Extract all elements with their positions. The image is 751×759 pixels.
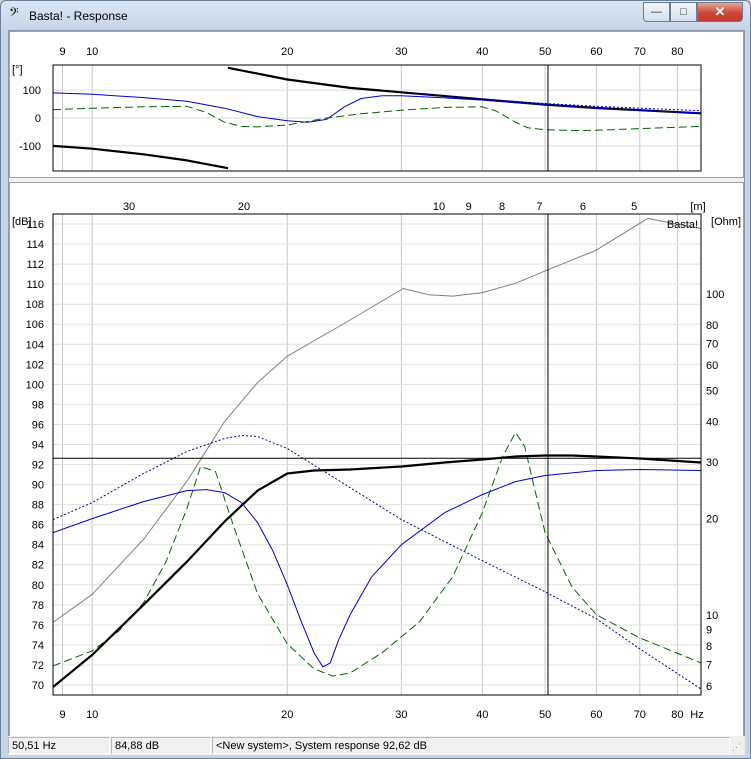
db-tick-label: 98 <box>32 399 44 411</box>
phase-series-0 <box>53 144 229 170</box>
client-area: 9 10 20 30 40 50 60 70 80 100 0 -100 [°] 9 10 20 30 40 50… <box>8 30 745 737</box>
status-frequency: 50,51 Hz <box>8 737 110 754</box>
maximize-button[interactable]: □ <box>670 2 697 22</box>
freq-tick-label: 10 <box>86 709 98 721</box>
phase-freq-tick-label: 80 <box>671 46 683 58</box>
db-tick-label: 108 <box>26 299 44 311</box>
phase-freq-tick-label: 20 <box>281 46 293 58</box>
ohm-tick-label: 80 <box>706 320 718 332</box>
db-tick-label: 80 <box>32 580 44 592</box>
basta-watermark: Basta! <box>667 219 698 231</box>
ohm-tick-label: 100 <box>706 289 724 301</box>
response-chart[interactable]: 9 10 20 30 40 50 60 70 80 Hz116114112110108106104… <box>10 183 743 736</box>
db-tick-label: 106 <box>26 319 44 331</box>
db-tick-label: 74 <box>32 640 44 652</box>
ohm-tick-label: 7 <box>706 660 712 672</box>
main-plot <box>53 217 701 690</box>
close-button[interactable]: ✕ <box>697 2 743 22</box>
wavelength-tick-label: 10 <box>433 201 445 213</box>
main-plot-frame <box>52 213 702 696</box>
close-icon: ✕ <box>714 4 726 19</box>
maximize-icon: □ <box>680 6 687 18</box>
phase-freq-tick-label: 60 <box>590 46 602 58</box>
freq-tick-label: 50 <box>539 709 551 721</box>
status-system-info: <New system>, System response 92,62 dB <box>212 737 730 754</box>
phase-y-tick-label: 0 <box>35 113 41 125</box>
ohm-tick-label: 8 <box>706 641 712 653</box>
response-series-4 <box>53 217 701 623</box>
wavelength-tick-label: 20 <box>238 201 250 213</box>
wavelength-tick-label: 9 <box>466 201 472 213</box>
wavelength-tick-label: 7 <box>536 201 542 213</box>
db-tick-label: 86 <box>32 520 44 532</box>
ohm-tick-label: 50 <box>706 386 718 398</box>
db-tick-label: 100 <box>26 379 44 391</box>
phase-freq-tick-label: 30 <box>395 46 407 58</box>
db-unit-label: [dB] <box>12 216 32 228</box>
freq-tick-label: 20 <box>281 709 293 721</box>
title-bar[interactable]: 𝄢 Basta! - Response — □ ✕ <box>1 1 750 29</box>
phase-freq-tick-label: 10 <box>86 46 98 58</box>
phase-freq-tick-label: 50 <box>539 46 551 58</box>
db-tick-label: 90 <box>32 480 44 492</box>
response-series-1 <box>53 469 701 668</box>
db-tick-label: 114 <box>26 239 44 251</box>
db-tick-label: 72 <box>32 660 44 672</box>
freq-unit-label: Hz <box>690 709 703 721</box>
db-tick-label: 96 <box>32 419 44 431</box>
freq-tick-label: 70 <box>634 709 646 721</box>
ohm-tick-label: 9 <box>706 625 712 637</box>
phase-freq-tick-label: 9 <box>59 46 65 58</box>
phase-chart-panel[interactable]: 9 10 20 30 40 50 60 70 80 100 0 -100 [°] <box>9 31 744 178</box>
wavelength-tick-label: 8 <box>499 201 505 213</box>
main-grid <box>53 214 701 695</box>
phase-freq-tick-label: 40 <box>476 46 488 58</box>
freq-tick-label: 9 <box>59 709 65 721</box>
phase-freq-tick-label: 70 <box>634 46 646 58</box>
bass-clef-icon: 𝄢 <box>9 5 19 23</box>
ohm-tick-label: 60 <box>706 360 718 372</box>
db-tick-label: 112 <box>26 259 44 271</box>
ohm-tick-label: 40 <box>706 417 718 429</box>
db-tick-label: 84 <box>32 540 44 552</box>
db-tick-label: 76 <box>32 620 44 632</box>
wavelength-tick-label: 6 <box>580 201 586 213</box>
db-tick-label: 78 <box>32 600 44 612</box>
ohm-tick-label: 6 <box>706 681 712 693</box>
db-tick-label: 110 <box>26 279 44 291</box>
wavelength-tick-label: 30 <box>123 201 135 213</box>
status-level: 84,88 dB <box>111 737 211 754</box>
ohm-tick-label: 70 <box>706 339 718 351</box>
minimize-button[interactable]: — <box>643 2 670 22</box>
phase-y-tick-label: -100 <box>19 141 41 153</box>
resize-grip-icon[interactable]: ⋰ <box>732 742 744 754</box>
response-series-2 <box>53 435 701 690</box>
response-chart-panel[interactable]: 9 10 20 30 40 50 60 70 80 Hz 116 114 112 110 108 106 104… <box>9 182 744 737</box>
db-tick-label: 92 <box>32 460 44 472</box>
ohm-tick-label: 30 <box>706 457 718 469</box>
wavelength-tick-label: 5 <box>631 201 637 213</box>
phase-y-tick-label: 100 <box>23 85 41 97</box>
freq-tick-label: 30 <box>395 709 407 721</box>
db-tick-label: 94 <box>32 439 44 451</box>
ohm-tick-label: 20 <box>706 513 718 525</box>
window-title: Basta! - Response <box>29 9 128 23</box>
freq-tick-label: 80 <box>671 709 683 721</box>
minimize-icon: — <box>651 6 662 18</box>
response-window: 𝄢 Basta! - Response — □ ✕ 9 10 20 30 40 50 60 7… <box>0 0 751 759</box>
freq-tick-label: 40 <box>476 709 488 721</box>
db-tick-label: 82 <box>32 560 44 572</box>
freq-tick-label: 60 <box>590 709 602 721</box>
wavelength-unit-label: [m] <box>690 201 705 213</box>
ohm-unit-label: [Ohm] <box>711 216 741 228</box>
db-tick-label: 104 <box>26 339 44 351</box>
ohm-tick-label: 10 <box>706 610 718 622</box>
db-tick-label: 70 <box>32 680 44 692</box>
status-bar: 50,51 Hz 84,88 dB <New system>, System r… <box>8 736 745 755</box>
db-tick-label: 88 <box>32 500 44 512</box>
phase-unit-label: [°] <box>12 64 23 76</box>
db-tick-label: 102 <box>26 359 44 371</box>
phase-chart[interactable]: 9 10 20 30 40 50 60 70 80 100 0 -100 [°] <box>10 32 743 177</box>
